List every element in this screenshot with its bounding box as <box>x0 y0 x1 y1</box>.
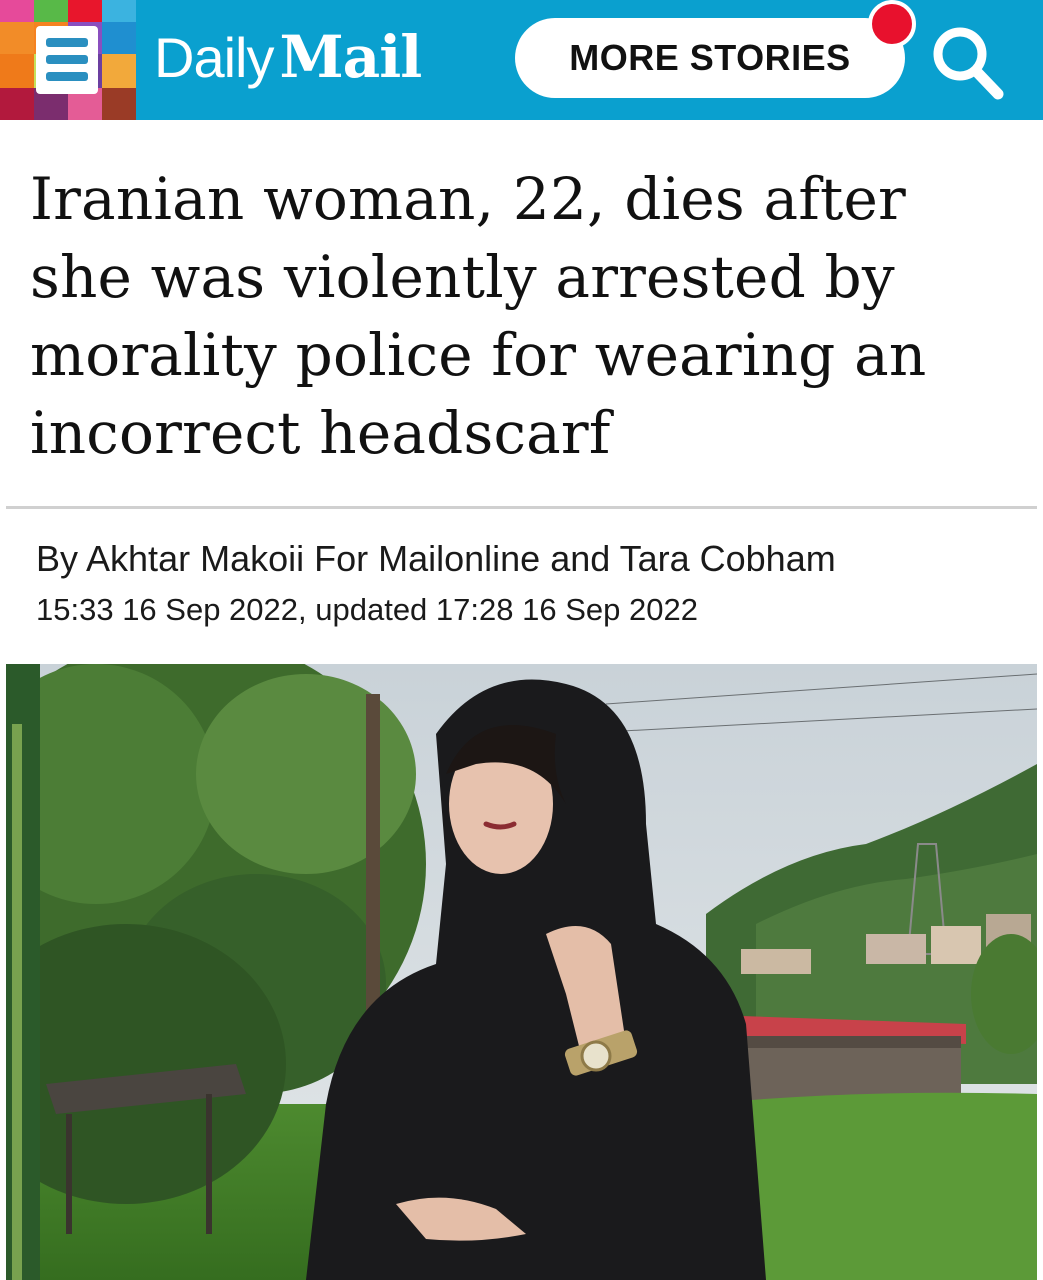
site-header: Daily Mail MORE STORIES <box>0 0 1043 120</box>
menu-mosaic[interactable] <box>0 0 136 120</box>
article-byline[interactable]: By Akhtar Makoii For Mailonline and Tara… <box>36 536 836 582</box>
hamburger-menu-icon[interactable] <box>36 26 98 94</box>
daily-mail-logo[interactable]: Daily Mail <box>154 22 422 92</box>
article-timestamp: 15:33 16 Sep 2022, updated 17:28 16 Sep … <box>36 592 698 627</box>
search-icon[interactable] <box>924 16 1012 104</box>
article-photo[interactable] <box>6 664 1037 1280</box>
article-headline: Iranian woman, 22, dies after she was vi… <box>30 165 927 467</box>
logo-daily-text: Daily <box>154 26 274 89</box>
article-photo-illustration <box>6 664 1037 1280</box>
more-stories-button[interactable]: MORE STORIES <box>515 18 905 98</box>
logo-mail-text: Mail <box>279 23 422 91</box>
divider <box>6 506 1037 509</box>
notification-dot-icon <box>868 0 916 48</box>
